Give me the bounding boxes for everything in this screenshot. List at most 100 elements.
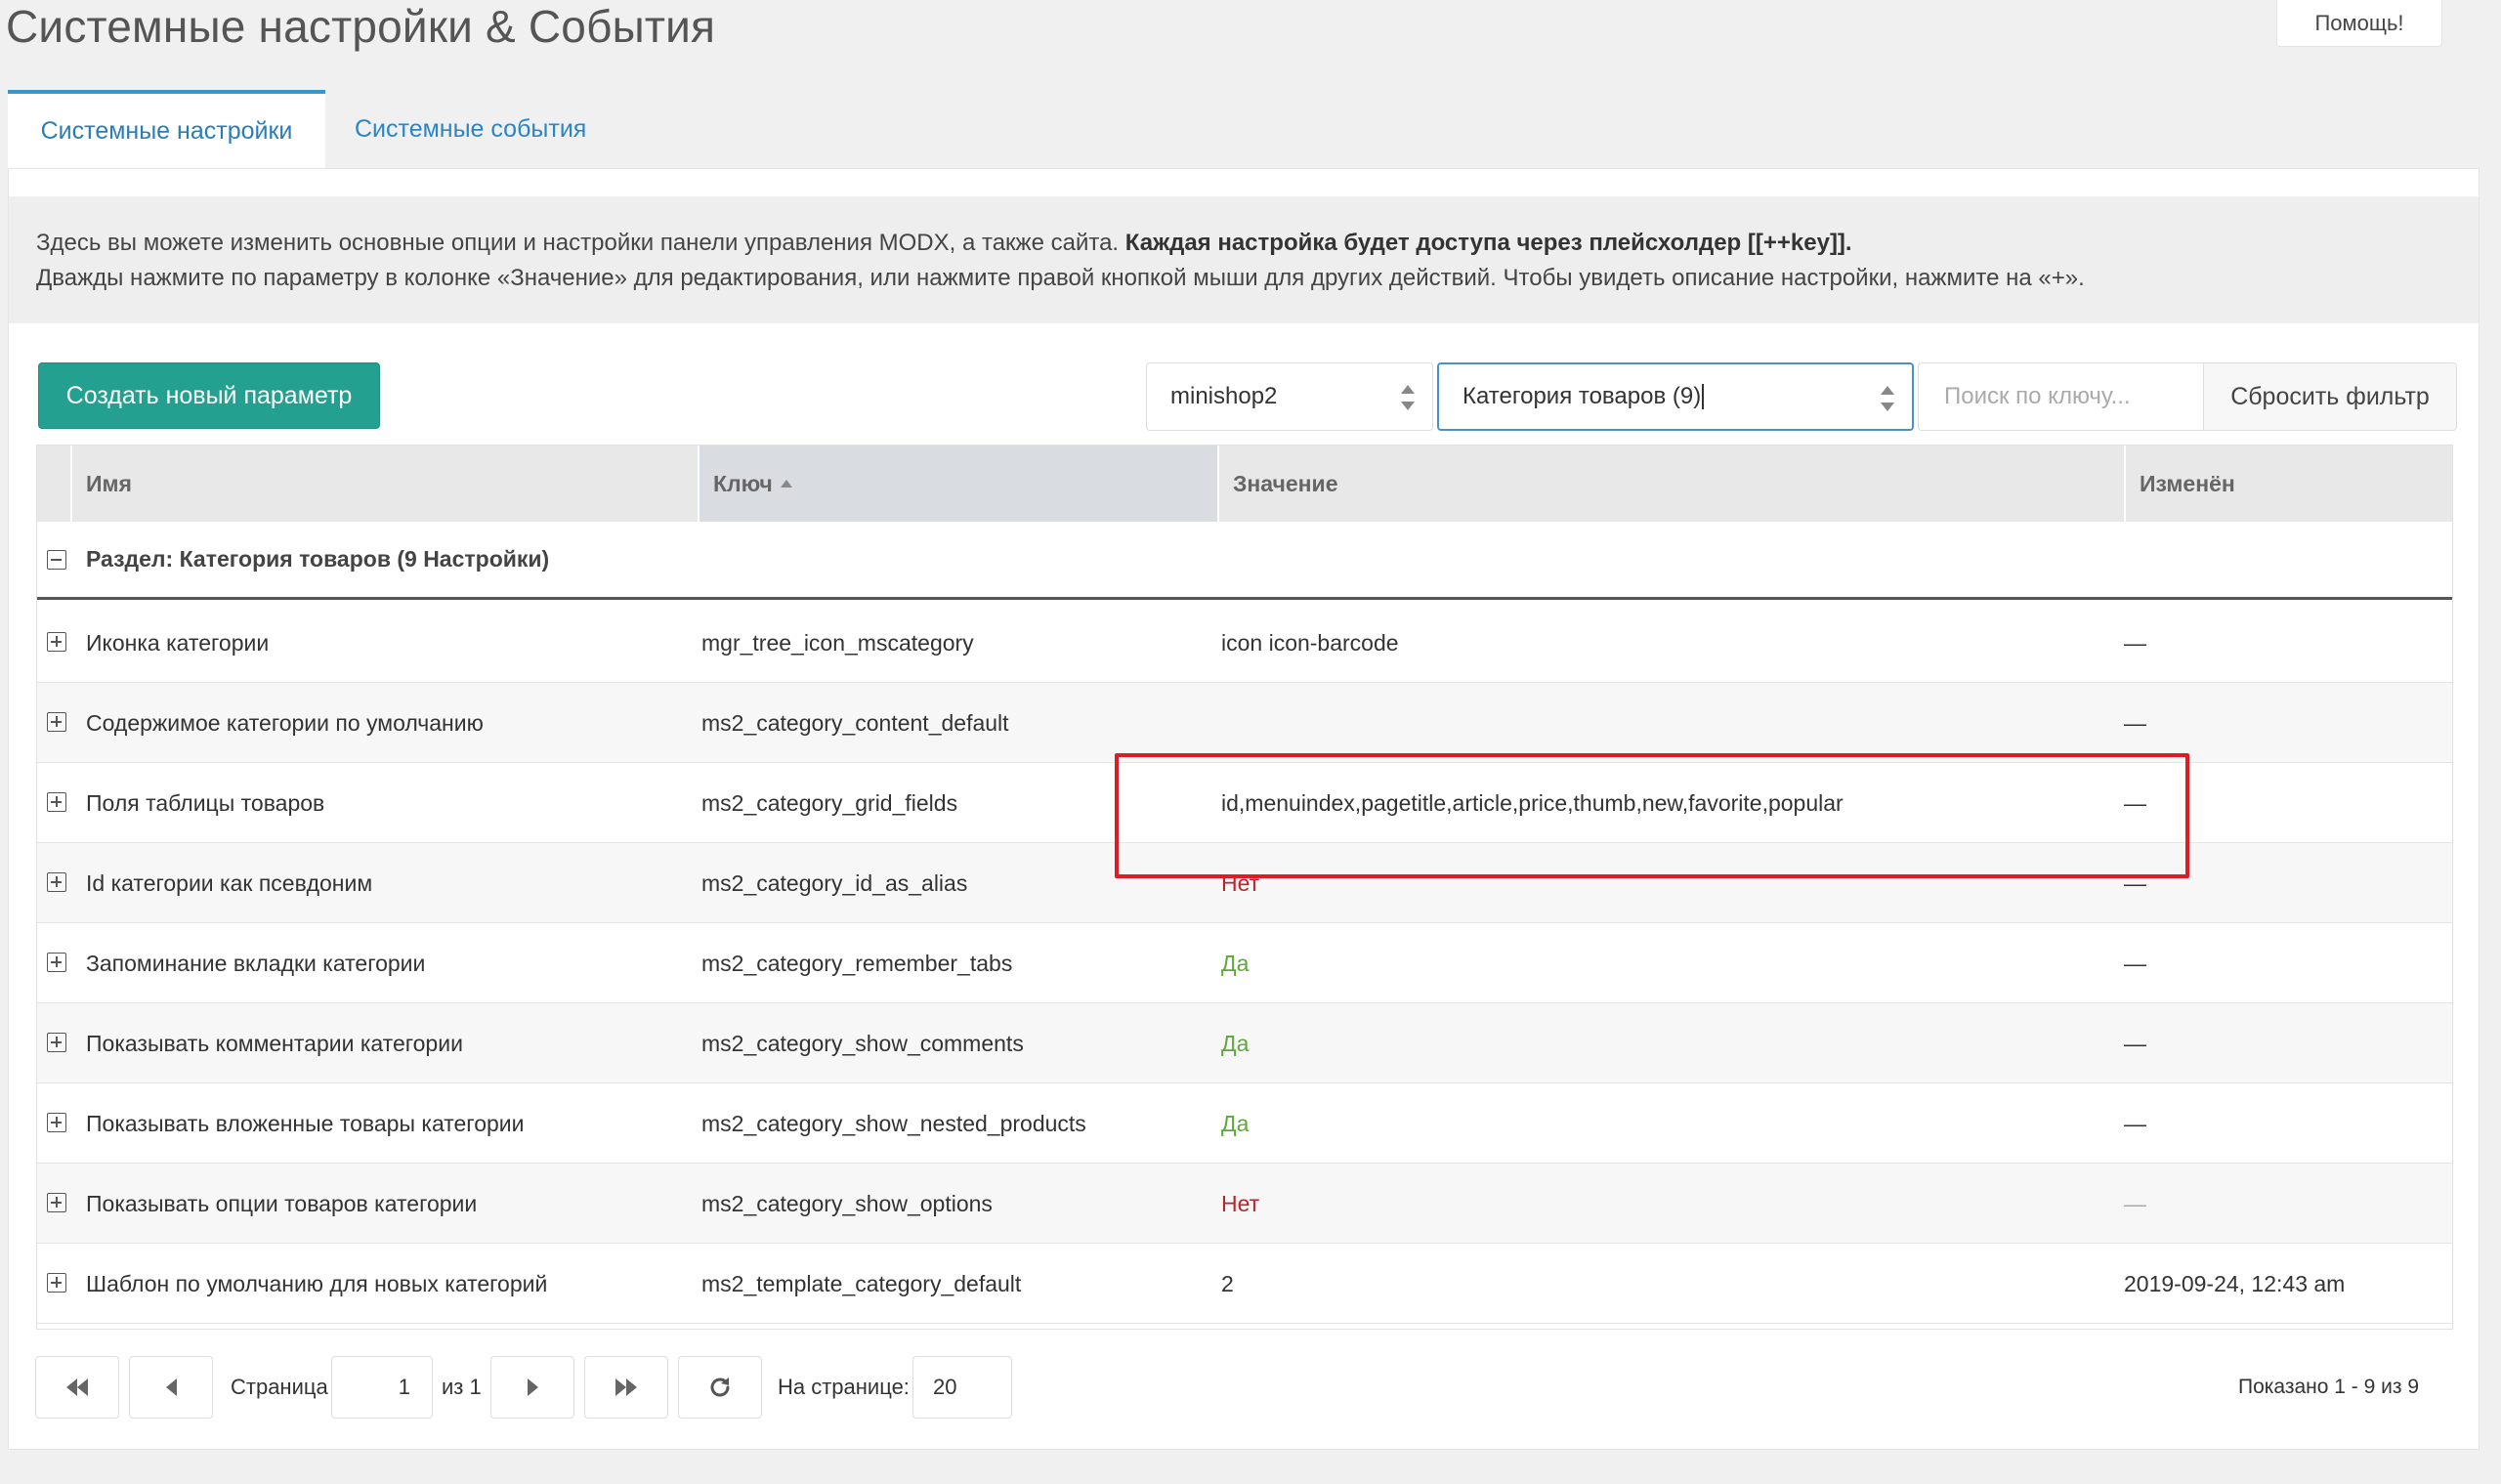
tab-system-settings[interactable]: Системные настройки [8, 90, 325, 168]
expand-icon[interactable] [47, 872, 66, 892]
expand-icon[interactable] [47, 712, 66, 732]
page-number-input[interactable]: 1 [331, 1356, 433, 1419]
cell-value[interactable]: Да [1221, 923, 1249, 1003]
cell-name: Содержимое категории по умолчанию [86, 709, 484, 736]
cell-key: ms2_category_show_nested_products [701, 1110, 1086, 1136]
table-row[interactable]: Шаблон по умолчанию для новых категорий … [37, 1244, 2452, 1324]
arrow-right-icon [527, 1378, 538, 1396]
collapse-icon[interactable] [47, 550, 66, 570]
column-name-label: Имя [86, 470, 132, 496]
namespace-select-value: minishop2 [1170, 383, 1278, 409]
table-row[interactable]: Показывать комментарии категории ms2_cat… [37, 1003, 2452, 1083]
area-select[interactable]: Категория товаров (9) [1437, 362, 1914, 431]
table-row[interactable]: Поля таблицы товаров ms2_category_grid_f… [37, 763, 2452, 843]
cell-value[interactable]: Нет [1221, 1164, 1259, 1244]
page-of-label: из 1 [442, 1375, 482, 1399]
expand-icon[interactable] [47, 1193, 66, 1212]
cell-value[interactable]: 2 [1221, 1244, 1234, 1324]
cell-name: Показывать опции товаров категории [86, 1190, 478, 1216]
cell-name: Поля таблицы товаров [86, 789, 325, 816]
description-box: Здесь вы можете изменить основные опции … [9, 196, 2479, 323]
cell-key: ms2_template_category_default [701, 1270, 1022, 1296]
cell-value[interactable]: Да [1221, 1083, 1249, 1164]
cell-changed: — [2124, 1110, 2146, 1136]
first-page-button[interactable] [35, 1356, 119, 1419]
description-text: Здесь вы можете изменить основные опции … [36, 230, 1125, 256]
column-header-value[interactable]: Значение [1219, 445, 2126, 522]
reset-filter-button[interactable]: Сбросить фильтр [2203, 362, 2457, 431]
cell-key: ms2_category_grid_fields [701, 789, 958, 816]
page-label: Страница [231, 1375, 328, 1399]
cell-changed: — [2124, 629, 2146, 656]
cell-changed: — [2124, 1030, 2146, 1056]
description-line-2: Дважды нажмите по параметру в колонке «З… [36, 265, 2085, 291]
sort-asc-icon [780, 480, 792, 488]
refresh-icon [710, 1378, 730, 1397]
description-line-1: Здесь вы можете изменить основные опции … [36, 226, 2451, 261]
pagination-bar: Страница 1 из 1 На странице: 20 Показано… [35, 1356, 2452, 1420]
namespace-select[interactable]: minishop2 [1146, 362, 1433, 431]
table-row[interactable]: Показывать вложенные товары категории ms… [37, 1083, 2452, 1164]
next-page-button[interactable] [490, 1356, 574, 1419]
table-row[interactable]: Содержимое категории по умолчанию ms2_ca… [37, 683, 2452, 763]
group-label: Раздел: Категория товаров (9 Настройки) [86, 546, 550, 572]
cell-key: ms2_category_id_as_alias [701, 869, 968, 896]
prev-page-button[interactable] [129, 1356, 213, 1419]
settings-grid: Имя Ключ Значение Изменён Раздел: Катего… [36, 445, 2453, 1330]
window-edge [2481, 0, 2501, 1484]
cell-name: Показывать вложенные товары категории [86, 1110, 525, 1136]
group-header-row[interactable]: Раздел: Категория товаров (9 Настройки) [37, 522, 2452, 600]
cell-value[interactable]: Да [1221, 1003, 1249, 1083]
cell-value[interactable]: icon icon-barcode [1221, 603, 1399, 683]
cell-name: Показывать комментарии категории [86, 1030, 463, 1056]
table-row[interactable]: Показывать опции товаров категории ms2_c… [37, 1164, 2452, 1244]
table-row[interactable]: Иконка категории mgr_tree_icon_mscategor… [37, 603, 2452, 683]
column-changed-label: Изменён [2140, 470, 2235, 496]
header-expander-column [37, 445, 72, 522]
search-key-input[interactable]: Поиск по ключу... [1918, 362, 2203, 431]
cell-changed: — [2124, 709, 2146, 736]
create-setting-button[interactable]: Создать новый параметр [38, 362, 380, 429]
page-title: Системные настройки & События [6, 1, 716, 52]
cell-key: ms2_category_show_comments [701, 1030, 1024, 1056]
expand-icon[interactable] [47, 792, 66, 812]
cell-name: Id категории как псевдоним [86, 869, 373, 896]
table-row[interactable]: Запоминание вкладки категории ms2_catego… [37, 923, 2452, 1003]
column-header-key[interactable]: Ключ [699, 445, 1219, 522]
text-caret [1702, 384, 1705, 409]
expand-icon[interactable] [47, 1113, 66, 1132]
shown-count: Показано 1 - 9 из 9 [2237, 1376, 2419, 1398]
column-value-label: Значение [1233, 470, 1338, 496]
cell-changed: — [2124, 1190, 2146, 1216]
cell-key: ms2_category_show_options [701, 1190, 993, 1216]
arrow-left-icon [165, 1378, 177, 1396]
column-header-name[interactable]: Имя [72, 445, 699, 522]
double-arrow-right-icon [615, 1378, 637, 1396]
cell-value[interactable]: Нет [1221, 843, 1259, 923]
select-arrows-icon [1401, 385, 1415, 410]
description-bold: Каждая настройка будет доступа через пле… [1124, 230, 1852, 256]
cell-name: Запоминание вкладки категории [86, 950, 426, 976]
expand-icon[interactable] [47, 1273, 66, 1293]
per-page-input[interactable]: 20 [912, 1356, 1012, 1419]
refresh-button[interactable] [678, 1356, 762, 1419]
cell-name: Иконка категории [86, 629, 270, 656]
cell-key: ms2_category_content_default [701, 709, 1009, 736]
cell-name: Шаблон по умолчанию для новых категорий [86, 1270, 548, 1296]
table-row[interactable]: Id категории как псевдоним ms2_category_… [37, 843, 2452, 923]
expand-icon[interactable] [47, 632, 66, 652]
expand-icon[interactable] [47, 953, 66, 972]
tab-system-events[interactable]: Системные события [325, 90, 610, 168]
double-arrow-left-icon [66, 1378, 88, 1396]
help-button[interactable]: Помощь! [2276, 0, 2442, 47]
settings-panel: Здесь вы можете изменить основные опции … [8, 168, 2480, 1450]
per-page-label: На странице: [778, 1375, 910, 1399]
cell-value[interactable]: id,menuindex,pagetitle,article,price,thu… [1221, 763, 1844, 843]
cell-changed: — [2124, 869, 2146, 896]
last-page-button[interactable] [584, 1356, 668, 1419]
cell-changed: — [2124, 789, 2146, 816]
column-header-changed[interactable]: Изменён [2126, 445, 2452, 522]
expand-icon[interactable] [47, 1033, 66, 1052]
grid-header: Имя Ключ Значение Изменён [37, 445, 2452, 522]
cell-changed: — [2124, 950, 2146, 976]
